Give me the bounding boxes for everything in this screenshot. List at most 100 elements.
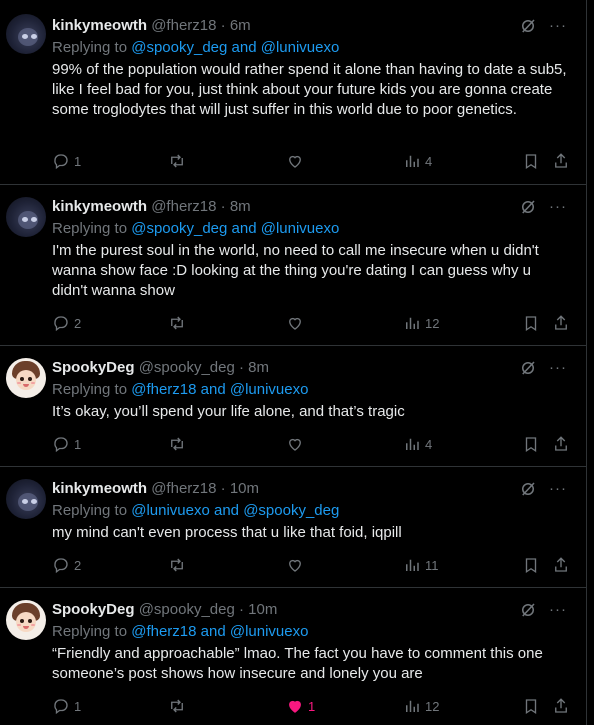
mention-and: and <box>231 39 257 56</box>
reply-button[interactable]: 1 <box>52 696 81 716</box>
like-button[interactable] <box>286 555 308 575</box>
timestamp[interactable]: 10m <box>248 601 277 618</box>
mention-link[interactable]: @spooky_deg <box>243 502 339 519</box>
heart-icon <box>289 155 301 168</box>
user-handle[interactable]: @fherz18 <box>151 480 216 497</box>
timestamp[interactable]: 6m <box>230 17 251 34</box>
avatar[interactable] <box>6 358 46 398</box>
timestamp[interactable]: 8m <box>248 359 269 376</box>
user-handle[interactable]: @fherz18 <box>151 198 216 215</box>
more-options-icon[interactable]: ··· <box>549 16 567 36</box>
like-button[interactable] <box>286 434 308 454</box>
bookmark-icon <box>525 437 537 453</box>
display-name[interactable]: SpookyDeg <box>52 359 135 376</box>
avatar[interactable] <box>6 479 46 519</box>
views-button[interactable]: 11 <box>403 555 439 575</box>
replying-to-label: Replying to <box>52 220 128 237</box>
bookmark-button[interactable] <box>522 151 540 171</box>
reply-icon <box>54 699 68 715</box>
separator-dot: · <box>220 17 226 34</box>
like-button[interactable] <box>286 151 308 171</box>
tweet[interactable]: SpookyDeg @spooky_deg · 10m ··· Replying… <box>0 588 586 725</box>
bookmark-icon <box>525 558 537 574</box>
avatar[interactable] <box>6 14 46 54</box>
avatar[interactable] <box>6 600 46 640</box>
display-name[interactable]: kinkymeowth <box>52 198 147 215</box>
bookmark-button[interactable] <box>522 313 540 333</box>
mention-link[interactable]: @lunivuexo <box>131 502 210 519</box>
retweet-icon <box>171 437 183 451</box>
replying-to-label: Replying to <box>52 381 128 398</box>
view-count: 4 <box>425 153 433 169</box>
tweet-header: kinkymeowth @fherz18 · 6m <box>52 16 251 36</box>
more-options-icon[interactable]: ··· <box>549 197 567 217</box>
share-button[interactable] <box>552 151 570 171</box>
reply-button[interactable]: 1 <box>52 434 81 454</box>
grok-icon[interactable] <box>519 601 537 619</box>
like-button[interactable] <box>286 313 308 333</box>
mention-link[interactable]: @lunivuexo <box>230 381 309 398</box>
mention-link[interactable]: @spooky_deg <box>131 39 227 56</box>
tweet-text: It’s okay, you’ll spend your life alone,… <box>52 403 405 420</box>
retweet-button[interactable] <box>168 696 190 716</box>
tweet-actions: 1 4 <box>52 434 572 454</box>
retweet-icon <box>171 154 183 168</box>
tweet-text: my mind can't even process that u like t… <box>52 524 402 541</box>
tweet[interactable]: kinkymeowth @fherz18 · 6m ··· Replying t… <box>0 0 586 184</box>
user-handle[interactable]: @fherz18 <box>151 17 216 34</box>
display-name[interactable]: kinkymeowth <box>52 480 147 497</box>
tweet[interactable]: kinkymeowth @fherz18 · 8m ··· Replying t… <box>0 185 586 345</box>
retweet-button[interactable] <box>168 151 190 171</box>
mention-link[interactable]: @spooky_deg <box>131 220 227 237</box>
share-button[interactable] <box>552 434 570 454</box>
tweet-actions: 1 4 <box>52 151 572 171</box>
share-button[interactable] <box>552 696 570 716</box>
share-button[interactable] <box>552 555 570 575</box>
replying-to-label: Replying to <box>52 623 128 640</box>
retweet-button[interactable] <box>168 555 190 575</box>
grok-icon[interactable] <box>519 480 537 498</box>
more-options-icon[interactable]: ··· <box>549 600 567 620</box>
more-options-icon[interactable]: ··· <box>549 479 567 499</box>
retweet-button[interactable] <box>168 313 190 333</box>
bookmark-button[interactable] <box>522 696 540 716</box>
retweet-button[interactable] <box>168 434 190 454</box>
separator-dot: · <box>220 198 226 215</box>
timestamp[interactable]: 8m <box>230 198 251 215</box>
tweet[interactable]: kinkymeowth @fherz18 · 10m ··· Replying … <box>0 467 586 587</box>
tweet-header-actions: ··· <box>519 358 569 378</box>
bookmark-icon <box>525 154 537 170</box>
bookmark-button[interactable] <box>522 555 540 575</box>
views-button[interactable]: 4 <box>403 434 432 454</box>
user-handle[interactable]: @spooky_deg <box>139 359 235 376</box>
display-name[interactable]: SpookyDeg <box>52 601 135 618</box>
mention-link[interactable]: @lunivuexo <box>261 39 340 56</box>
reply-button[interactable]: 1 <box>52 151 81 171</box>
grok-icon[interactable] <box>519 198 537 216</box>
share-button[interactable] <box>552 313 570 333</box>
reply-button[interactable]: 2 <box>52 313 81 333</box>
tweet-actions: 2 12 <box>52 313 572 333</box>
like-button[interactable]: 1 <box>286 696 315 716</box>
mention-and: and <box>200 381 226 398</box>
display-name[interactable]: kinkymeowth <box>52 17 147 34</box>
mention-link[interactable]: @fherz18 <box>131 381 196 398</box>
mention-link[interactable]: @lunivuexo <box>261 220 340 237</box>
replying-to-label: Replying to <box>52 502 128 519</box>
grok-icon[interactable] <box>519 17 537 35</box>
views-button[interactable]: 4 <box>403 151 432 171</box>
tweet[interactable]: SpookyDeg @spooky_deg · 8m ··· Replying … <box>0 346 586 466</box>
views-button[interactable]: 12 <box>403 313 439 333</box>
timestamp[interactable]: 10m <box>230 480 259 497</box>
views-button[interactable]: 12 <box>403 696 439 716</box>
mention-link[interactable]: @fherz18 <box>131 623 196 640</box>
grok-icon[interactable] <box>519 359 537 377</box>
reply-button[interactable]: 2 <box>52 555 81 575</box>
separator-dot: · <box>238 601 244 618</box>
mention-link[interactable]: @lunivuexo <box>230 623 309 640</box>
reply-count: 1 <box>74 436 82 452</box>
more-options-icon[interactable]: ··· <box>549 358 567 378</box>
user-handle[interactable]: @spooky_deg <box>139 601 235 618</box>
avatar[interactable] <box>6 197 46 237</box>
bookmark-button[interactable] <box>522 434 540 454</box>
